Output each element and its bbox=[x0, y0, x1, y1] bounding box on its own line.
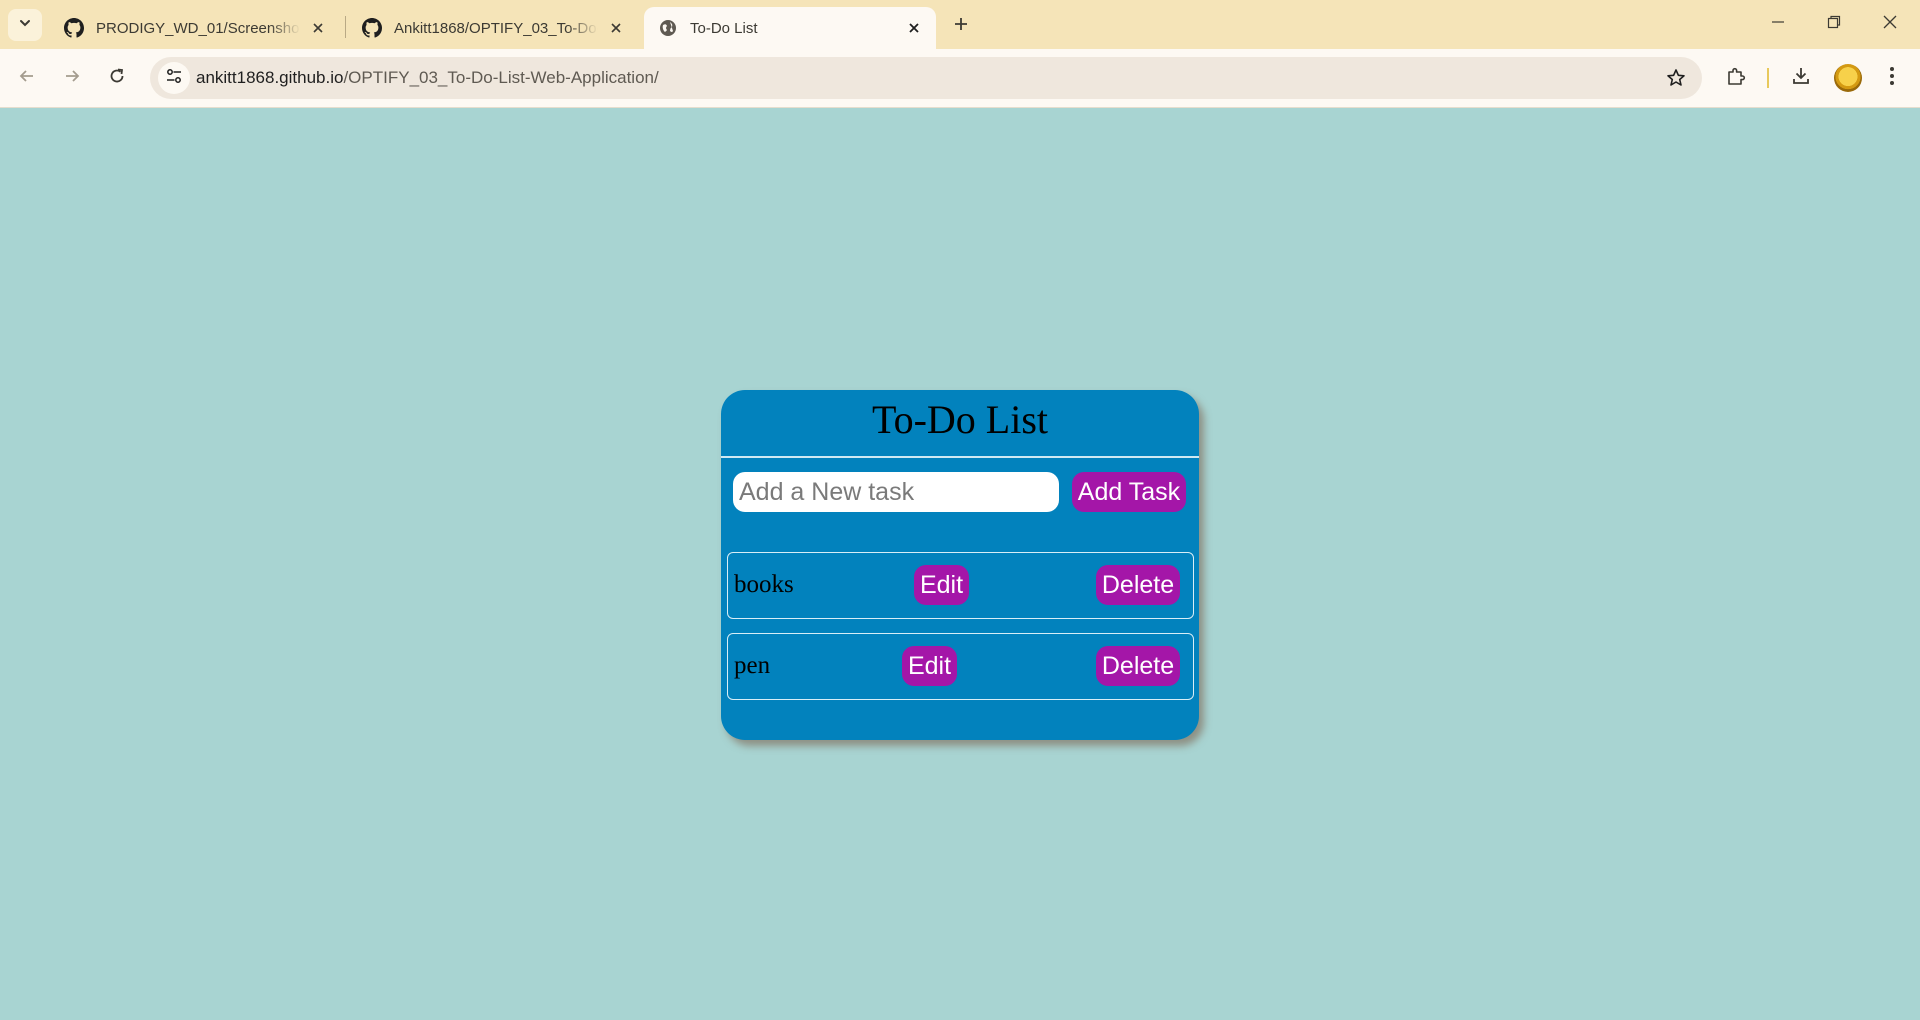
delete-task-button[interactable]: Delete bbox=[1096, 565, 1180, 605]
tab-title: To-Do List bbox=[690, 19, 758, 37]
toolbar-divider bbox=[1767, 68, 1769, 88]
edit-task-button[interactable]: Edit bbox=[914, 565, 969, 605]
plus-icon bbox=[953, 16, 969, 37]
task-item: pen Edit Delete bbox=[727, 633, 1194, 700]
close-icon[interactable] bbox=[308, 18, 328, 38]
url-path: /OPTIFY_03_To-Do-List-Web-Application/ bbox=[343, 68, 659, 87]
close-icon[interactable] bbox=[606, 18, 626, 38]
task-text: books bbox=[734, 571, 794, 598]
new-tab-button[interactable] bbox=[946, 11, 976, 41]
page-title: To-Do List bbox=[871, 397, 1049, 442]
profile-avatar[interactable] bbox=[1834, 64, 1862, 92]
page-content: To-Do List Add Task books Edit Delete pe… bbox=[0, 109, 1920, 1020]
tab-todo-list[interactable]: To-Do List bbox=[644, 7, 936, 49]
arrow-right-icon bbox=[63, 67, 81, 90]
task-text: pen bbox=[734, 652, 771, 679]
github-icon bbox=[362, 18, 382, 38]
edit-task-button[interactable]: Edit bbox=[902, 646, 957, 686]
forward-button[interactable] bbox=[55, 61, 89, 95]
url-text: ankitt1868.github.io/OPTIFY_03_To-Do-Lis… bbox=[196, 68, 659, 88]
bookmark-star-icon[interactable] bbox=[1664, 66, 1688, 90]
tab-separator bbox=[345, 16, 346, 38]
tab-title: Ankitt1868/OPTIFY_03_To-Do-List bbox=[394, 19, 598, 37]
restore-icon bbox=[1827, 15, 1841, 34]
chevron-down-icon bbox=[18, 16, 32, 35]
site-info-button[interactable] bbox=[158, 62, 190, 94]
download-icon bbox=[1791, 66, 1811, 91]
add-task-button[interactable]: Add Task bbox=[1072, 472, 1186, 512]
task-input[interactable] bbox=[733, 472, 1059, 512]
address-bar[interactable]: ankitt1868.github.io/OPTIFY_03_To-Do-Lis… bbox=[150, 57, 1702, 99]
back-button[interactable] bbox=[10, 61, 44, 95]
todo-card: To-Do List Add Task books Edit Delete pe… bbox=[721, 390, 1199, 740]
browser-menu-button[interactable] bbox=[1878, 64, 1906, 92]
tab-optify-repo[interactable]: Ankitt1868/OPTIFY_03_To-Do-List bbox=[348, 7, 638, 49]
github-icon bbox=[64, 18, 84, 38]
tune-icon bbox=[165, 67, 183, 90]
downloads-button[interactable] bbox=[1787, 64, 1815, 92]
tab-prodigy[interactable]: PRODIGY_WD_01/Screenshoots bbox=[50, 7, 340, 49]
reload-button[interactable] bbox=[100, 61, 134, 95]
tab-strip: PRODIGY_WD_01/Screenshoots Ankitt1868/OP… bbox=[0, 0, 1920, 49]
minimize-button[interactable] bbox=[1750, 0, 1806, 49]
close-icon[interactable] bbox=[904, 18, 924, 38]
task-item: books Edit Delete bbox=[727, 552, 1194, 619]
minimize-icon bbox=[1771, 15, 1785, 34]
close-window-button[interactable] bbox=[1862, 0, 1918, 49]
delete-task-button[interactable]: Delete bbox=[1096, 646, 1180, 686]
close-icon bbox=[1882, 14, 1898, 35]
title-divider bbox=[721, 456, 1199, 458]
url-host: ankitt1868.github.io bbox=[196, 68, 344, 87]
browser-toolbar: ankitt1868.github.io/OPTIFY_03_To-Do-Lis… bbox=[0, 49, 1920, 108]
extensions-button[interactable] bbox=[1722, 64, 1750, 92]
arrow-left-icon bbox=[18, 67, 36, 90]
globe-icon bbox=[658, 18, 678, 38]
reload-icon bbox=[108, 67, 126, 90]
tab-title: PRODIGY_WD_01/Screenshoots bbox=[96, 19, 300, 37]
more-vertical-icon bbox=[1889, 66, 1895, 91]
restore-button[interactable] bbox=[1806, 0, 1862, 49]
tab-search-button[interactable] bbox=[8, 9, 42, 41]
puzzle-icon bbox=[1726, 66, 1746, 91]
